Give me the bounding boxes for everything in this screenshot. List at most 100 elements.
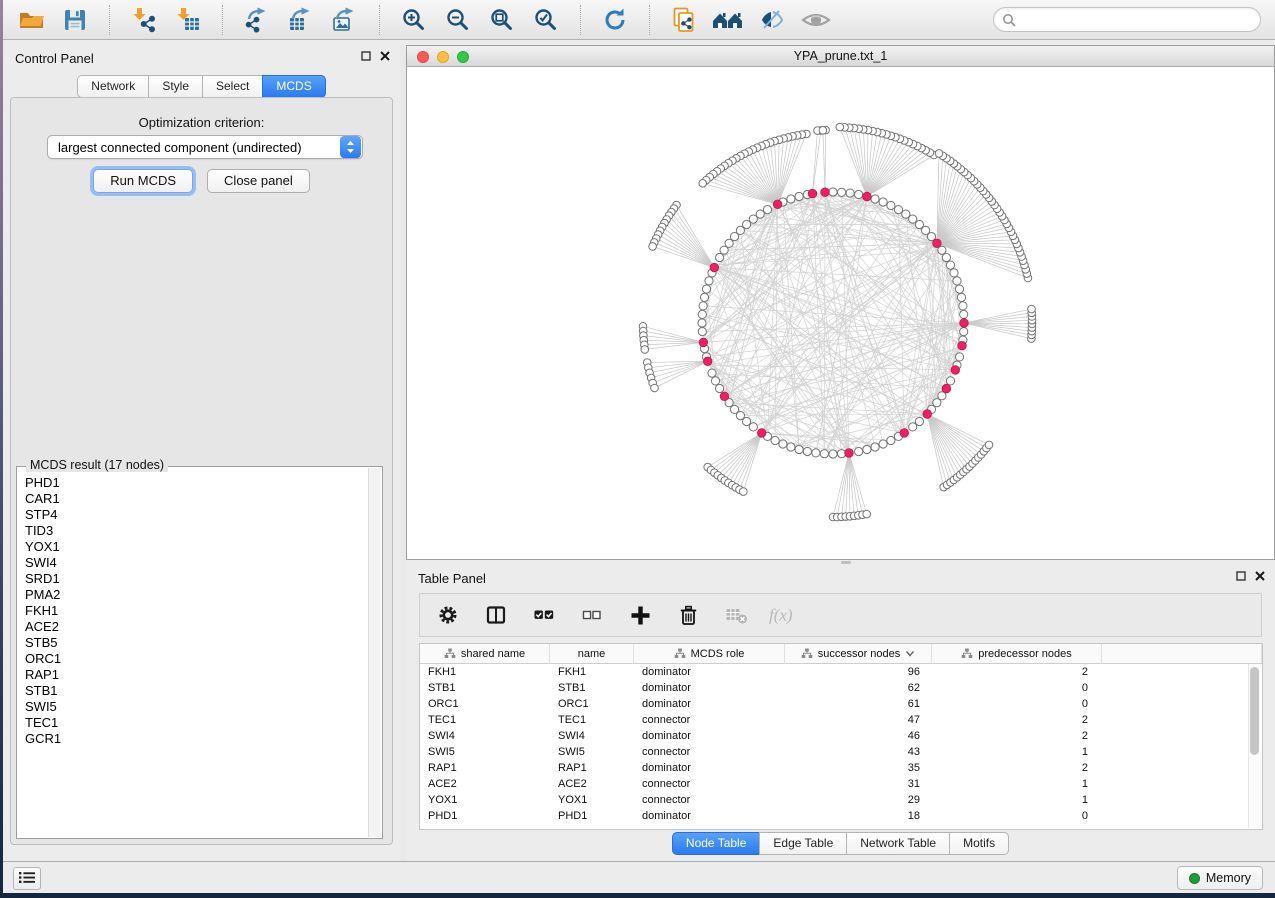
- close-panel-button[interactable]: Close panel: [207, 169, 310, 193]
- delete-column-button[interactable]: [676, 603, 700, 627]
- table-cell[interactable]: dominator: [634, 760, 785, 776]
- table-cell[interactable]: SWI5: [420, 744, 550, 760]
- table-cell[interactable]: TEC1: [550, 712, 634, 728]
- table-cell[interactable]: 47: [785, 712, 932, 728]
- table-cell[interactable]: connector: [634, 776, 785, 792]
- mcds-result-item[interactable]: STB5: [25, 635, 368, 651]
- table-cell[interactable]: PHD1: [550, 808, 634, 824]
- close-panel-icon[interactable]: [380, 51, 390, 61]
- table-cell[interactable]: 2: [932, 712, 1102, 728]
- table-cell[interactable]: dominator: [634, 696, 785, 712]
- table-cell[interactable]: 43: [785, 744, 932, 760]
- table-cell[interactable]: dominator: [634, 664, 785, 680]
- table-cell[interactable]: dominator: [634, 808, 785, 824]
- search-input[interactable]: [1021, 13, 1252, 27]
- mcds-result-item[interactable]: CAR1: [25, 491, 368, 507]
- tab-select[interactable]: Select: [202, 75, 263, 98]
- network-canvas[interactable]: [407, 67, 1274, 559]
- table-cell[interactable]: 1: [932, 776, 1102, 792]
- table-cell[interactable]: connector: [634, 744, 785, 760]
- home-button[interactable]: [714, 6, 742, 34]
- network-graph[interactable]: [407, 67, 1274, 559]
- table-cell[interactable]: YOX1: [420, 792, 550, 808]
- save-session-button[interactable]: [61, 6, 89, 34]
- export-image-button[interactable]: [331, 6, 359, 34]
- table-scrollbar-thumb[interactable]: [1250, 667, 1259, 755]
- import-network-button[interactable]: [130, 6, 158, 34]
- deselect-all-rows-button[interactable]: [580, 603, 604, 627]
- memory-button[interactable]: Memory: [1177, 866, 1263, 890]
- table-cell[interactable]: 1: [932, 792, 1102, 808]
- mcds-result-item[interactable]: TEC1: [25, 715, 368, 731]
- table-cell[interactable]: connector: [634, 792, 785, 808]
- table-cell[interactable]: 2: [932, 728, 1102, 744]
- table-cell[interactable]: FKH1: [420, 664, 550, 680]
- table-cell[interactable]: SWI5: [550, 744, 634, 760]
- table-scrollbar[interactable]: [1248, 664, 1261, 828]
- tab-mcds[interactable]: MCDS: [262, 75, 325, 98]
- table-cell[interactable]: ORC1: [550, 696, 634, 712]
- mcds-result-item[interactable]: PMA2: [25, 587, 368, 603]
- search-box[interactable]: [993, 7, 1261, 32]
- column-header-predecessor-nodes[interactable]: predecessor nodes: [932, 644, 1102, 664]
- mcds-result-item[interactable]: SWI4: [25, 555, 368, 571]
- table-cell[interactable]: SWI4: [420, 728, 550, 744]
- mcds-result-item[interactable]: SWI5: [25, 699, 368, 715]
- run-mcds-button[interactable]: Run MCDS: [93, 169, 193, 193]
- new-network-from-selection-button[interactable]: [670, 6, 698, 34]
- table-cell[interactable]: YOX1: [550, 792, 634, 808]
- table-cell[interactable]: RAP1: [420, 760, 550, 776]
- table-cell[interactable]: 29: [785, 792, 932, 808]
- table-cell[interactable]: 1: [932, 744, 1102, 760]
- mcds-list-scrollbar[interactable]: [368, 468, 381, 837]
- table-cell[interactable]: FKH1: [550, 664, 634, 680]
- table-cell[interactable]: 2: [932, 760, 1102, 776]
- table-cell[interactable]: 31: [785, 776, 932, 792]
- task-history-button[interactable]: [13, 867, 41, 890]
- export-network-button[interactable]: [243, 6, 271, 34]
- table-cell[interactable]: 35: [785, 760, 932, 776]
- table-cell[interactable]: ACE2: [550, 776, 634, 792]
- table-cell[interactable]: 0: [932, 680, 1102, 696]
- mcds-result-item[interactable]: STP4: [25, 507, 368, 523]
- open-session-button[interactable]: [17, 6, 45, 34]
- criterion-dropdown[interactable]: largest connected component (undirected): [47, 135, 363, 159]
- add-column-button[interactable]: [628, 603, 652, 627]
- table-cell[interactable]: ORC1: [420, 696, 550, 712]
- table-cell[interactable]: TEC1: [420, 712, 550, 728]
- table-cell[interactable]: connector: [634, 712, 785, 728]
- mcds-result-item[interactable]: TID3: [25, 523, 368, 539]
- close-table-panel-icon[interactable]: [1255, 571, 1265, 581]
- tab-edge-table[interactable]: Edge Table: [759, 832, 847, 855]
- float-panel-icon[interactable]: [361, 51, 371, 61]
- table-cell[interactable]: ACE2: [420, 776, 550, 792]
- mcds-result-list[interactable]: PHD1CAR1STP4TID3YOX1SWI4SRD1PMA2FKH1ACE2…: [18, 468, 368, 837]
- tab-style[interactable]: Style: [148, 75, 203, 98]
- table-cell[interactable]: PHD1: [420, 808, 550, 824]
- mcds-result-item[interactable]: FKH1: [25, 603, 368, 619]
- table-cell[interactable]: 61: [785, 696, 932, 712]
- table-cell[interactable]: 62: [785, 680, 932, 696]
- select-all-rows-button[interactable]: [532, 603, 556, 627]
- mcds-result-item[interactable]: STB1: [25, 683, 368, 699]
- table-cell[interactable]: dominator: [634, 680, 785, 696]
- table-cell[interactable]: dominator: [634, 728, 785, 744]
- float-table-panel-icon[interactable]: [1236, 571, 1246, 581]
- zoom-out-button[interactable]: [444, 6, 472, 34]
- zoom-fit-button[interactable]: [488, 6, 516, 34]
- refresh-layout-button[interactable]: [601, 6, 629, 34]
- mcds-result-item[interactable]: YOX1: [25, 539, 368, 555]
- mcds-result-item[interactable]: PHD1: [25, 475, 368, 491]
- zoom-selected-button[interactable]: [532, 6, 560, 34]
- column-header-name[interactable]: name: [550, 644, 634, 664]
- table-cell[interactable]: 46: [785, 728, 932, 744]
- table-cell[interactable]: SWI4: [550, 728, 634, 744]
- mcds-result-item[interactable]: ACE2: [25, 619, 368, 635]
- table-cell[interactable]: 18: [785, 808, 932, 824]
- tab-network[interactable]: Network: [77, 75, 149, 98]
- column-header-successor-nodes[interactable]: successor nodes: [785, 644, 932, 664]
- table-cell[interactable]: RAP1: [550, 760, 634, 776]
- zoom-in-button[interactable]: [400, 6, 428, 34]
- mcds-result-item[interactable]: SRD1: [25, 571, 368, 587]
- mcds-result-item[interactable]: RAP1: [25, 667, 368, 683]
